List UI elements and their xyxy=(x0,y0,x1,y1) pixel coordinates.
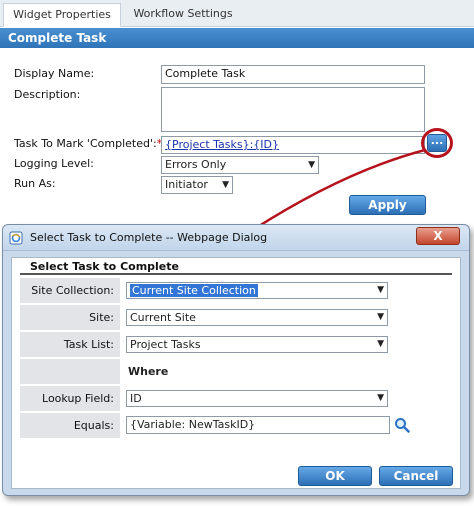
where-heading: Where xyxy=(128,365,169,378)
equals-label: Equals: xyxy=(20,413,120,438)
description-field[interactable] xyxy=(161,87,425,132)
site-select[interactable]: Current Site ▼ xyxy=(126,309,388,326)
task-to-mark-label-text: Task To Mark 'Completed': xyxy=(14,137,157,150)
site-collection-select[interactable]: Current Site Collection ▼ xyxy=(126,282,388,299)
row-divider xyxy=(20,357,452,358)
dropdown-caret-icon: ▼ xyxy=(377,312,384,322)
task-list-value: Project Tasks xyxy=(130,338,201,351)
equals-cell: {Variable: NewTaskID} xyxy=(122,413,452,438)
task-to-mark-field[interactable]: {Project Tasks}:{ID} xyxy=(161,136,425,154)
close-icon: X xyxy=(433,229,443,243)
row-where: Where xyxy=(20,359,452,384)
display-name-label: Display Name: xyxy=(14,67,95,80)
row-site-collection: Site Collection: Current Site Collection… xyxy=(20,278,452,303)
dialog-section-title: Select Task to Complete xyxy=(20,258,452,275)
task-to-mark-label: Task To Mark 'Completed':* xyxy=(14,137,162,150)
display-name-field[interactable]: Complete Task xyxy=(161,65,425,84)
where-spacer xyxy=(20,359,120,384)
dialog-body: Select Task to Complete Site Collection:… xyxy=(11,257,461,489)
dialog-titlebar[interactable]: Select Task to Complete -- Webpage Dialo… xyxy=(3,225,469,251)
row-site: Site: Current Site ▼ xyxy=(20,305,452,330)
row-divider xyxy=(20,303,452,304)
ie-page-icon xyxy=(9,231,23,245)
where-cell: Where xyxy=(122,359,452,384)
lookup-field-value: ID xyxy=(130,392,142,405)
dropdown-caret-icon: ▼ xyxy=(377,285,384,295)
task-list-select[interactable]: Project Tasks ▼ xyxy=(126,336,388,353)
dropdown-caret-icon: ▼ xyxy=(377,393,384,403)
site-label: Site: xyxy=(20,305,120,330)
site-collection-cell: Current Site Collection ▼ xyxy=(122,278,452,303)
tab-widget-properties[interactable]: Widget Properties xyxy=(3,3,121,27)
row-equals: Equals: {Variable: NewTaskID} xyxy=(20,413,452,438)
row-divider xyxy=(20,384,452,385)
equals-input[interactable]: {Variable: NewTaskID} xyxy=(126,416,390,434)
logging-level-select[interactable]: Errors Only ▼ xyxy=(161,156,319,174)
site-collection-label: Site Collection: xyxy=(20,278,120,303)
site-cell: Current Site ▼ xyxy=(122,305,452,330)
lookup-field-label: Lookup Field: xyxy=(20,386,120,411)
description-label: Description: xyxy=(14,88,81,101)
dialog-title: Select Task to Complete -- Webpage Dialo… xyxy=(30,231,268,244)
row-lookup-field: Lookup Field: ID ▼ xyxy=(20,386,452,411)
row-divider xyxy=(20,330,452,331)
row-task-list: Task List: Project Tasks ▼ xyxy=(20,332,452,357)
dropdown-caret-icon: ▼ xyxy=(308,160,315,170)
cancel-button[interactable]: Cancel xyxy=(379,466,453,486)
dropdown-caret-icon: ▼ xyxy=(377,339,384,349)
logging-level-value: Errors Only xyxy=(165,158,227,171)
site-collection-value: Current Site Collection xyxy=(130,284,258,297)
task-token[interactable]: {Project Tasks}:{ID} xyxy=(165,138,279,151)
lookup-field-cell: ID ▼ xyxy=(122,386,452,411)
row-divider xyxy=(20,411,452,412)
lookup-field-select[interactable]: ID ▼ xyxy=(126,390,388,407)
dropdown-caret-icon: ▼ xyxy=(222,180,229,190)
panel-title: Complete Task xyxy=(0,28,474,48)
run-as-label: Run As: xyxy=(14,177,56,190)
task-list-label: Task List: xyxy=(20,332,120,357)
logging-level-label: Logging Level: xyxy=(14,157,94,170)
tab-strip: Widget Properties Workflow Settings xyxy=(0,0,474,27)
ok-button[interactable]: OK xyxy=(298,466,372,486)
run-as-value: Initiator xyxy=(165,178,208,191)
highlight-circle xyxy=(421,128,453,158)
run-as-select[interactable]: Initiator ▼ xyxy=(161,176,233,194)
close-button[interactable]: X xyxy=(416,227,460,245)
tab-workflow-settings[interactable]: Workflow Settings xyxy=(123,3,243,27)
apply-button[interactable]: Apply xyxy=(349,195,426,215)
magnifier-icon[interactable] xyxy=(394,417,410,433)
task-list-cell: Project Tasks ▼ xyxy=(122,332,452,357)
widget-properties-panel: Widget Properties Workflow Settings Comp… xyxy=(0,0,474,225)
site-value: Current Site xyxy=(130,311,196,324)
select-task-dialog: Select Task to Complete -- Webpage Dialo… xyxy=(2,224,470,496)
